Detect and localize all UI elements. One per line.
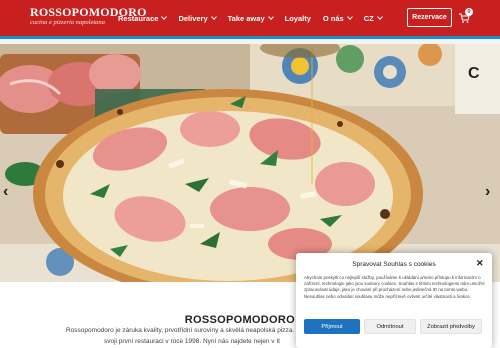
intro-text-line: svoji první restauraci v roce 1998. Nyní… <box>104 338 280 345</box>
intro-title: ROSSOPOMODORO <box>184 314 295 326</box>
view-preferences-button[interactable]: Zobrazit předvolby <box>420 319 482 334</box>
main-nav: Restaurace Delivery Take away Loyalty O … <box>118 0 394 36</box>
svg-text:C: C <box>468 65 480 82</box>
pizza-photo: C <box>0 44 500 282</box>
nav-label: Restaurace <box>118 13 159 23</box>
site-header: ROSSOPOMODORO cucina e pizzeria napoleta… <box>0 0 500 36</box>
nav-item-loyalty[interactable]: Loyalty <box>285 14 311 23</box>
chevron-down-icon <box>346 13 353 20</box>
close-icon[interactable]: ✕ <box>476 258 484 268</box>
nav-item-delivery[interactable]: Delivery <box>178 13 217 23</box>
chevron-down-icon <box>267 13 274 20</box>
nav-item-o-nas[interactable]: O nás <box>322 13 353 23</box>
hero-slider: C ‹ › <box>0 44 500 282</box>
cookie-consent-dialog: Spravovat Souhlas s cookies ✕ Abychom po… <box>296 253 492 348</box>
slider-prev-button[interactable]: ‹ <box>3 184 8 200</box>
cookie-description: Abychom poskytli co nejlepší služby, pou… <box>304 275 485 299</box>
cookie-dialog-title: Spravovat Souhlas s cookies <box>352 261 436 268</box>
nav-item-restaurace[interactable]: Restaurace <box>118 13 168 23</box>
nav-label: O nás <box>322 13 344 23</box>
cart-button[interactable]: 0 <box>458 8 473 25</box>
nav-label: Take away <box>227 13 265 23</box>
intro-text-line: Rossopomodoro je záruka kvality, prvotří… <box>66 327 306 334</box>
accept-cookies-button[interactable]: Přijmout <box>304 319 360 334</box>
nav-label: Delivery <box>178 13 208 23</box>
nav-label: CZ <box>363 13 374 23</box>
cart-count-badge: 0 <box>465 8 473 16</box>
language-selector[interactable]: CZ <box>363 13 383 23</box>
slider-next-button[interactable]: › <box>485 184 490 200</box>
deny-cookies-button[interactable]: Odmítnout <box>364 319 416 334</box>
nav-label: Loyalty <box>284 13 311 23</box>
chevron-down-icon <box>161 13 168 20</box>
nav-item-take-away[interactable]: Take away <box>227 13 274 23</box>
reservation-button[interactable]: Rezervace <box>407 8 452 27</box>
chevron-down-icon <box>376 13 383 20</box>
chevron-down-icon <box>210 13 217 20</box>
